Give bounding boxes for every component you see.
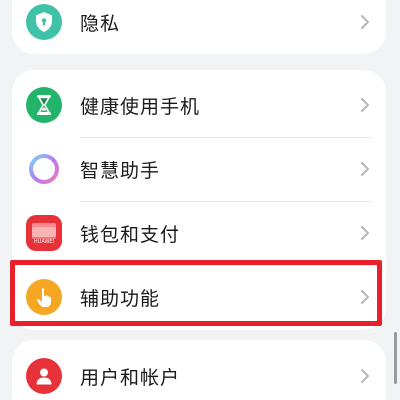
settings-item-accounts[interactable]: 用户和帐户 (12, 344, 386, 400)
settings-item-assistant[interactable]: 智慧助手 (12, 137, 386, 201)
wallet-brand-text: HUAWEI (33, 239, 55, 245)
settings-item-digital-balance[interactable]: 健康使用手机 (12, 73, 386, 137)
settings-item-privacy[interactable]: 隐私 (12, 0, 386, 54)
settings-group-accounts: 用户和帐户 (12, 340, 386, 400)
settings-item-label: 健康使用手机 (80, 95, 201, 118)
assistant-ring-icon (26, 151, 62, 187)
settings-item-wallet[interactable]: HUAWEI 钱包和支付 (12, 201, 386, 265)
settings-group-services: 健康使用手机 智慧助手 HUAWEI 钱包和支付 辅助功能 (12, 70, 386, 330)
hourglass-icon (26, 87, 62, 123)
settings-item-label: 钱包和支付 (80, 223, 181, 246)
hand-tap-icon (26, 279, 62, 315)
shield-icon (26, 4, 62, 40)
chevron-right-icon (361, 162, 369, 176)
settings-item-label: 用户和帐户 (80, 366, 181, 389)
chevron-right-icon (361, 15, 369, 29)
settings-item-label: 辅助功能 (80, 287, 161, 310)
chevron-right-icon (361, 369, 369, 383)
settings-group-privacy: 隐私 (12, 0, 386, 54)
settings-item-label: 隐私 (80, 12, 121, 35)
settings-item-label: 智慧助手 (80, 159, 161, 182)
user-icon (26, 358, 62, 394)
chevron-right-icon (361, 226, 369, 240)
wallet-icon: HUAWEI (26, 215, 62, 251)
settings-item-accessibility[interactable]: 辅助功能 (12, 265, 386, 329)
chevron-right-icon (361, 98, 369, 112)
chevron-right-icon (361, 290, 369, 304)
scrollbar[interactable] (394, 332, 397, 384)
